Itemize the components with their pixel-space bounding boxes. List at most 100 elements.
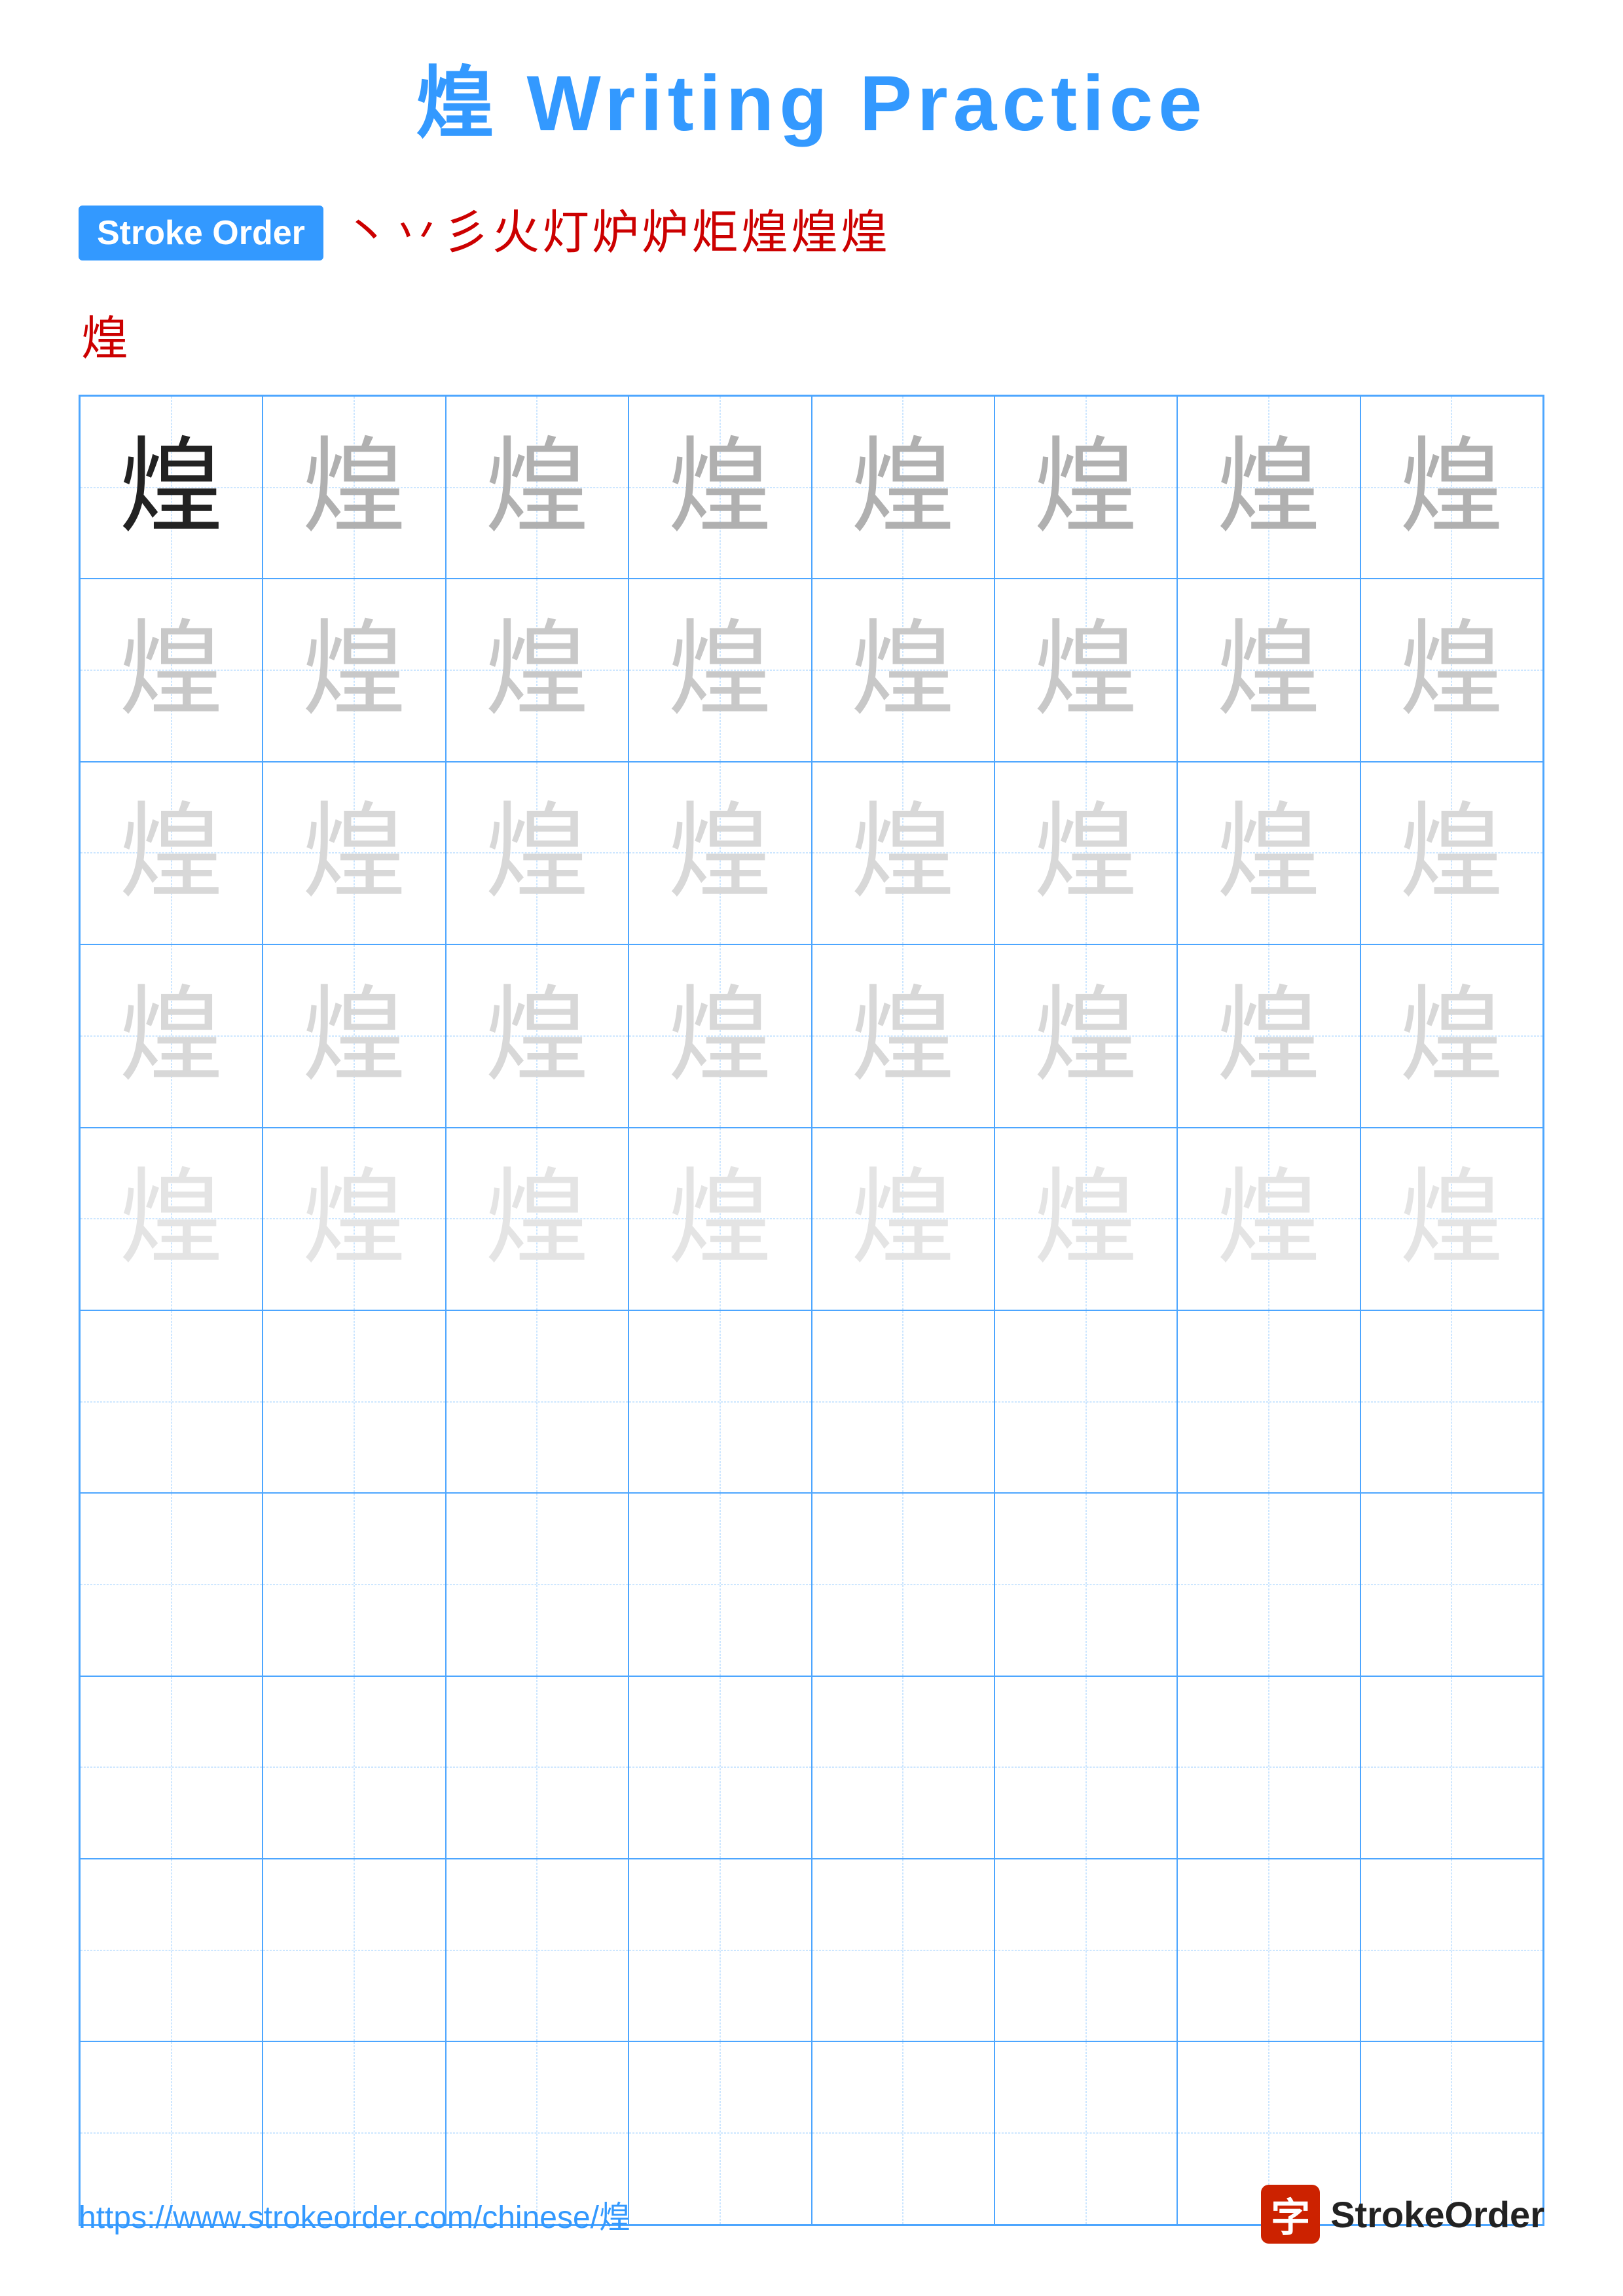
char-r2c6: 煌 [1034,618,1139,723]
grid-cell-r8c1[interactable] [80,1676,263,1859]
grid-cell-r8c8[interactable] [1360,1676,1543,1859]
char-r4c4: 煌 [668,984,773,1088]
char-r5c7: 煌 [1216,1166,1321,1271]
grid-cell-r5c5[interactable]: 煌 [812,1128,994,1310]
grid-cell-r4c4[interactable]: 煌 [629,944,811,1127]
stroke-7: 炉 [642,209,689,257]
stroke-9: 煌 [741,209,788,257]
grid-cell-r7c2[interactable] [263,1493,445,1676]
grid-cell-r7c4[interactable] [629,1493,811,1676]
char-r3c6: 煌 [1034,800,1139,905]
stroke-5: 灯 [542,209,589,257]
grid-cell-r4c8[interactable]: 煌 [1360,944,1543,1127]
grid-cell-r4c5[interactable]: 煌 [812,944,994,1127]
grid-cell-r2c4[interactable]: 煌 [629,579,811,761]
grid-cell-r7c1[interactable] [80,1493,263,1676]
grid-cell-r5c1[interactable]: 煌 [80,1128,263,1310]
grid-cell-r6c4[interactable] [629,1310,811,1493]
grid-cell-r1c4[interactable]: 煌 [629,396,811,579]
grid-cell-r3c8[interactable]: 煌 [1360,762,1543,944]
grid-cell-r1c8[interactable]: 煌 [1360,396,1543,579]
grid-cell-r6c5[interactable] [812,1310,994,1493]
footer-url[interactable]: https://www.strokeorder.com/chinese/煌 [79,2191,630,2237]
grid-cell-r1c7[interactable]: 煌 [1177,396,1360,579]
grid-cell-r8c4[interactable] [629,1676,811,1859]
grid-cell-r6c1[interactable] [80,1310,263,1493]
stroke-1: 丶 [343,209,390,257]
grid-cell-r4c2[interactable]: 煌 [263,944,445,1127]
grid-cell-r7c5[interactable] [812,1493,994,1676]
grid-cell-r7c8[interactable] [1360,1493,1543,1676]
grid-cell-r8c6[interactable] [994,1676,1177,1859]
grid-cell-r5c7[interactable]: 煌 [1177,1128,1360,1310]
stroke-order-final-char: 煌 [79,300,1544,368]
char-r4c7: 煌 [1216,984,1321,1088]
grid-cell-r3c5[interactable]: 煌 [812,762,994,944]
grid-cell-r6c6[interactable] [994,1310,1177,1493]
grid-cell-r6c3[interactable] [446,1310,629,1493]
grid-cell-r5c3[interactable]: 煌 [446,1128,629,1310]
char-r1c5: 煌 [850,435,955,540]
char-r3c2: 煌 [302,800,407,905]
grid-cell-r2c6[interactable]: 煌 [994,579,1177,761]
grid-cell-r5c6[interactable]: 煌 [994,1128,1177,1310]
grid-cell-r6c2[interactable] [263,1310,445,1493]
grid-cell-r5c2[interactable]: 煌 [263,1128,445,1310]
stroke-4: 火 [492,209,539,257]
grid-cell-r3c7[interactable]: 煌 [1177,762,1360,944]
char-r5c1: 煌 [119,1166,224,1271]
grid-cell-r1c3[interactable]: 煌 [446,396,629,579]
grid-cell-r2c2[interactable]: 煌 [263,579,445,761]
char-r2c7: 煌 [1216,618,1321,723]
logo-char: 字 [1271,2186,1310,2243]
char-r2c8: 煌 [1399,618,1504,723]
char-r4c2: 煌 [302,984,407,1088]
grid-cell-r9c4[interactable] [629,1859,811,2041]
grid-cell-r9c5[interactable] [812,1859,994,2041]
grid-cell-r4c3[interactable]: 煌 [446,944,629,1127]
char-r4c5: 煌 [850,984,955,1088]
grid-cell-r2c1[interactable]: 煌 [80,579,263,761]
grid-cell-r6c7[interactable] [1177,1310,1360,1493]
grid-cell-r7c3[interactable] [446,1493,629,1676]
grid-cell-r4c6[interactable]: 煌 [994,944,1177,1127]
grid-cell-r3c6[interactable]: 煌 [994,762,1177,944]
grid-cell-r1c6[interactable]: 煌 [994,396,1177,579]
grid-cell-r3c1[interactable]: 煌 [80,762,263,944]
grid-cell-r8c7[interactable] [1177,1676,1360,1859]
stroke-2: 丷 [393,209,440,257]
grid-cell-r5c4[interactable]: 煌 [629,1128,811,1310]
grid-cell-r2c3[interactable]: 煌 [446,579,629,761]
grid-cell-r9c7[interactable] [1177,1859,1360,2041]
grid-cell-r3c4[interactable]: 煌 [629,762,811,944]
grid-cell-r2c8[interactable]: 煌 [1360,579,1543,761]
grid-cell-r9c8[interactable] [1360,1859,1543,2041]
grid-cell-r8c5[interactable] [812,1676,994,1859]
writing-grid: 煌 煌 煌 煌 煌 煌 煌 煌 煌 煌 煌 煌 煌 煌 煌 煌 [79,395,1544,2226]
char-r4c8: 煌 [1399,984,1504,1088]
grid-cell-r5c8[interactable]: 煌 [1360,1128,1543,1310]
footer-logo: 字 StrokeOrder [1261,2185,1544,2244]
grid-cell-r1c5[interactable]: 煌 [812,396,994,579]
grid-cell-r2c5[interactable]: 煌 [812,579,994,761]
grid-cell-r3c3[interactable]: 煌 [446,762,629,944]
grid-cell-r4c1[interactable]: 煌 [80,944,263,1127]
grid-cell-r9c6[interactable] [994,1859,1177,2041]
grid-cell-r9c3[interactable] [446,1859,629,2041]
grid-cell-r1c1[interactable]: 煌 [80,396,263,579]
grid-cell-r7c6[interactable] [994,1493,1177,1676]
stroke-11: 煌 [841,209,888,257]
grid-cell-r2c7[interactable]: 煌 [1177,579,1360,761]
grid-cell-r3c2[interactable]: 煌 [263,762,445,944]
grid-cell-r8c2[interactable] [263,1676,445,1859]
grid-cell-r1c2[interactable]: 煌 [263,396,445,579]
page-title: 煌 Writing Practice [79,39,1544,153]
grid-cell-r7c7[interactable] [1177,1493,1360,1676]
char-r3c7: 煌 [1216,800,1321,905]
grid-cell-r9c1[interactable] [80,1859,263,2041]
grid-cell-r6c8[interactable] [1360,1310,1543,1493]
grid-cell-r8c3[interactable] [446,1676,629,1859]
char-r5c5: 煌 [850,1166,955,1271]
grid-cell-r4c7[interactable]: 煌 [1177,944,1360,1127]
grid-cell-r9c2[interactable] [263,1859,445,2041]
